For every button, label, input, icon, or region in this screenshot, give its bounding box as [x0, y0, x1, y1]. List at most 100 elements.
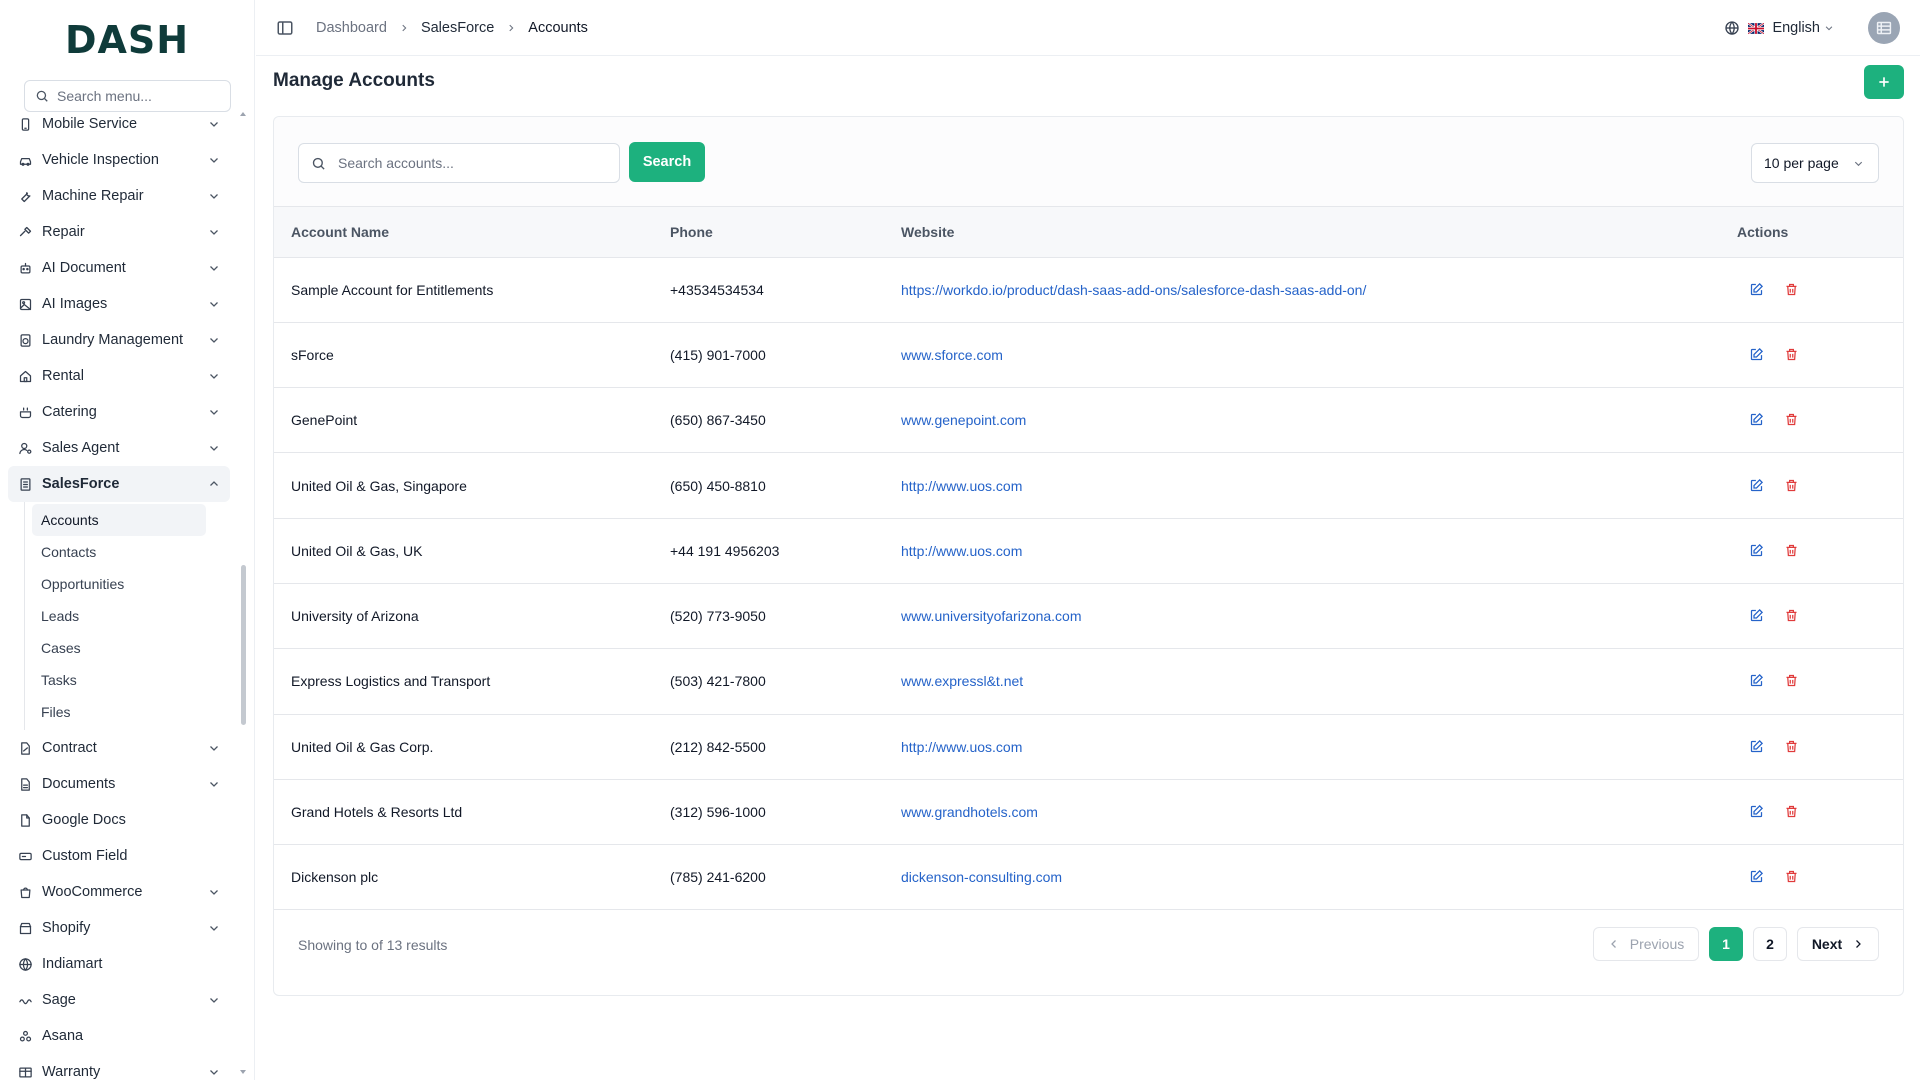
- sidebar-item-label: Custom Field: [42, 848, 128, 864]
- sidebar-item-machine-repair[interactable]: Machine Repair: [8, 178, 230, 214]
- sidebar-item-google-docs[interactable]: Google Docs: [8, 802, 230, 838]
- sidebar-item-shopify[interactable]: Shopify: [8, 910, 230, 946]
- previous-page-button[interactable]: Previous: [1593, 927, 1699, 961]
- website-link[interactable]: www.expressl&t.net: [901, 648, 1737, 715]
- sidebar-item-repair[interactable]: Repair: [8, 214, 230, 250]
- delete-icon[interactable]: [1784, 478, 1800, 494]
- sidebar-item-ai-images[interactable]: AI Images: [8, 286, 230, 322]
- sidebar-subitem-tasks[interactable]: Tasks: [32, 664, 206, 696]
- sidebar-subitem-files[interactable]: Files: [32, 696, 206, 728]
- website-link[interactable]: www.sforce.com: [901, 322, 1737, 389]
- website-link[interactable]: dickenson-consulting.com: [901, 844, 1737, 911]
- accounts-search-box[interactable]: [298, 143, 620, 183]
- sidebar-subitem-cases[interactable]: Cases: [32, 632, 206, 664]
- delete-icon[interactable]: [1784, 608, 1800, 624]
- table-row: United Oil & Gas, Singapore (650) 450-88…: [274, 452, 1903, 519]
- sidebar-search-input[interactable]: [57, 88, 217, 104]
- column-header-phone[interactable]: Phone: [670, 207, 901, 258]
- breadcrumb-salesforce[interactable]: SalesForce: [421, 20, 494, 36]
- phone-cell: (785) 241-6200: [670, 844, 901, 911]
- sidebar-item-ai-document[interactable]: AI Document: [8, 250, 230, 286]
- page-2-button[interactable]: 2: [1753, 927, 1787, 961]
- sidebar-item-label: Machine Repair: [42, 188, 144, 204]
- sidebar-item-salesforce[interactable]: SalesForce: [8, 466, 230, 502]
- chevron-down-icon: [208, 334, 220, 346]
- edit-icon[interactable]: [1749, 282, 1765, 298]
- next-label: Next: [1811, 936, 1843, 952]
- edit-icon[interactable]: [1749, 739, 1765, 755]
- search-button[interactable]: Search: [629, 142, 705, 182]
- sidebar-item-sales-agent[interactable]: Sales Agent: [8, 430, 230, 466]
- edit-icon[interactable]: [1749, 673, 1765, 689]
- sidebar-item-documents[interactable]: Documents: [8, 766, 230, 802]
- edit-icon[interactable]: [1749, 347, 1765, 363]
- sidebar-toggle-icon[interactable]: [276, 19, 294, 37]
- chevron-down-icon: [1825, 26, 1833, 31]
- accounts-search-input[interactable]: [338, 155, 598, 171]
- scroll-up-arrow[interactable]: [240, 112, 246, 116]
- edit-icon[interactable]: [1749, 869, 1765, 885]
- delete-icon[interactable]: [1784, 673, 1800, 689]
- table-header-row: Account Name Phone Website Actions: [274, 207, 1903, 258]
- website-link[interactable]: www.genepoint.com: [901, 387, 1737, 454]
- delete-icon[interactable]: [1784, 282, 1800, 298]
- delete-icon[interactable]: [1784, 804, 1800, 820]
- next-page-button[interactable]: Next: [1797, 927, 1879, 961]
- edit-icon[interactable]: [1749, 804, 1765, 820]
- column-header-account-name[interactable]: Account Name: [274, 207, 670, 258]
- globe-icon: [1725, 21, 1740, 36]
- website-link[interactable]: http://www.uos.com: [901, 452, 1737, 519]
- sidebar-item-woocommerce[interactable]: WooCommerce: [8, 874, 230, 910]
- language-selector[interactable]: English: [1724, 20, 1834, 36]
- language-label: English: [1772, 20, 1820, 36]
- website-link[interactable]: www.grandhotels.com: [901, 779, 1737, 846]
- delete-icon[interactable]: [1784, 347, 1800, 363]
- delete-icon[interactable]: [1784, 869, 1800, 885]
- sidebar-subitem-leads[interactable]: Leads: [32, 600, 206, 632]
- scroll-down-arrow[interactable]: [240, 1070, 246, 1074]
- sidebar-item-custom-field[interactable]: Custom Field: [8, 838, 230, 874]
- avatar[interactable]: [1868, 12, 1900, 44]
- sidebar-subitem-accounts[interactable]: Accounts: [32, 504, 206, 536]
- per-page-select[interactable]: 10 per page: [1751, 143, 1879, 183]
- delete-icon[interactable]: [1784, 412, 1800, 428]
- sidebar-subitem-opportunities[interactable]: Opportunities: [32, 568, 206, 600]
- sidebar-item-laundry-management[interactable]: Laundry Management: [8, 322, 230, 358]
- sidebar-item-contract[interactable]: Contract: [8, 730, 230, 766]
- sidebar-item-vehicle-inspection[interactable]: Vehicle Inspection: [8, 142, 230, 178]
- sidebar-item-mobile-service[interactable]: Mobile Service: [8, 106, 230, 142]
- sidebar-subitem-contacts[interactable]: Contacts: [32, 536, 206, 568]
- sidebar-item-label: AI Document: [42, 260, 126, 276]
- sidebar-item-rental[interactable]: Rental: [8, 358, 230, 394]
- website-link[interactable]: http://www.uos.com: [901, 518, 1737, 584]
- sidebar-scrollbar[interactable]: [241, 565, 246, 725]
- page-1-button[interactable]: 1: [1709, 927, 1743, 961]
- website-link[interactable]: www.universityofarizona.com: [901, 583, 1737, 650]
- sidebar-item-warranty[interactable]: Warranty: [8, 1054, 230, 1080]
- account-name-cell: United Oil & Gas, Singapore: [274, 452, 670, 519]
- website-link[interactable]: http://www.uos.com: [901, 714, 1737, 780]
- sidebar-item-sage[interactable]: Sage: [8, 982, 230, 1018]
- edit-icon[interactable]: [1749, 478, 1765, 494]
- app: DASH Mobile Service Vehicle Inspection M…: [0, 0, 1920, 1080]
- edit-icon[interactable]: [1749, 412, 1765, 428]
- search-icon: [36, 90, 48, 102]
- search-icon: [312, 157, 325, 170]
- sidebar-menu: Mobile Service Vehicle Inspection Machin…: [8, 106, 230, 1080]
- edit-icon[interactable]: [1749, 543, 1765, 559]
- delete-icon[interactable]: [1784, 543, 1800, 559]
- table-toolbar: Search 10 per page: [274, 117, 1903, 207]
- breadcrumb-dashboard[interactable]: Dashboard: [316, 20, 387, 36]
- edit-icon[interactable]: [1749, 608, 1765, 624]
- sidebar-item-label: Repair: [42, 224, 85, 240]
- account-name-cell: Dickenson plc: [274, 844, 670, 911]
- column-header-website[interactable]: Website: [901, 207, 1737, 258]
- website-link[interactable]: https://workdo.io/product/dash-saas-add-…: [901, 257, 1737, 323]
- sidebar-item-indiamart[interactable]: Indiamart: [8, 946, 230, 982]
- sidebar-item-catering[interactable]: Catering: [8, 394, 230, 430]
- logo[interactable]: DASH: [0, 0, 254, 80]
- globe-icon: [18, 956, 34, 972]
- delete-icon[interactable]: [1784, 739, 1800, 755]
- add-account-button[interactable]: [1864, 65, 1904, 99]
- sidebar-item-asana[interactable]: Asana: [8, 1018, 230, 1054]
